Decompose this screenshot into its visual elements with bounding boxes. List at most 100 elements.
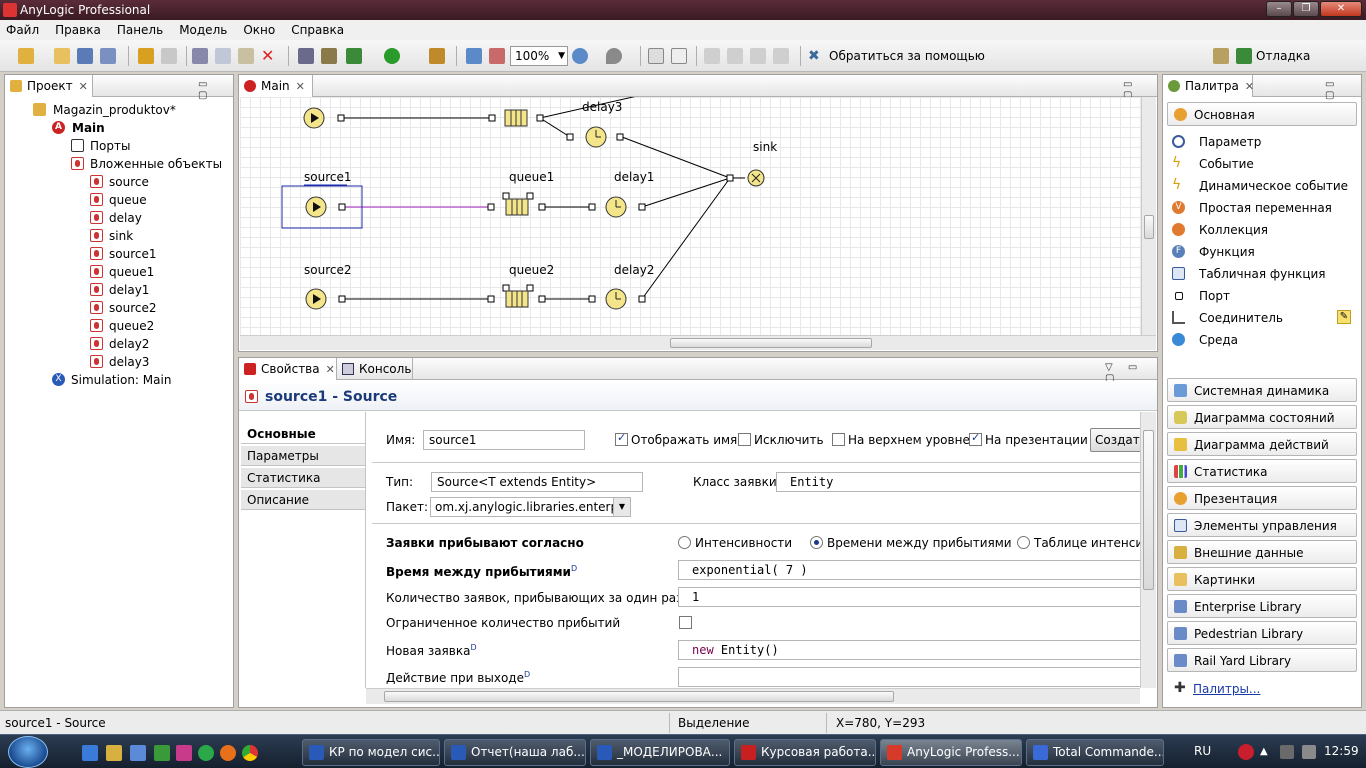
menu-file[interactable]: Файл xyxy=(6,23,39,37)
tab-project[interactable]: Проект ✕ xyxy=(5,75,93,97)
save-all-icon[interactable] xyxy=(100,48,116,64)
quicklaunch-app-icon[interactable] xyxy=(154,745,170,761)
tray-expand-icon[interactable]: ▲ xyxy=(1260,746,1268,757)
interarrival-radio[interactable] xyxy=(810,536,823,549)
canvas-horizontal-scrollbar[interactable] xyxy=(240,335,1156,350)
delay1-block[interactable] xyxy=(588,196,646,218)
firefox-icon[interactable] xyxy=(220,745,236,761)
connector[interactable] xyxy=(539,117,571,138)
palette-lib-pedestrian[interactable]: Pedestrian Library xyxy=(1167,621,1357,645)
close-tab-icon[interactable]: ✕ xyxy=(296,80,305,93)
view-min-max-icons[interactable]: ▭ ▢ xyxy=(1325,79,1361,101)
new-entity-input[interactable]: new Entity() xyxy=(678,640,1140,660)
name-input[interactable]: source1 xyxy=(423,430,585,450)
menu-panel[interactable]: Панель xyxy=(117,23,163,37)
pencil-icon[interactable]: ✎ xyxy=(1337,310,1351,324)
create-button[interactable]: Создать xyxy=(1090,428,1140,452)
rate-schedule-radio[interactable] xyxy=(1017,536,1030,549)
zoom-reset-icon[interactable] xyxy=(489,48,505,64)
task-pdf-doc[interactable]: Курсовая работа... xyxy=(734,739,876,766)
palette-lib-rail-yard[interactable]: Rail Yard Library xyxy=(1167,648,1357,672)
exclude-checkbox[interactable] xyxy=(738,433,751,446)
scroll-thumb[interactable] xyxy=(384,691,894,702)
open-perspective-icon[interactable] xyxy=(1213,48,1229,64)
new-model-icon[interactable] xyxy=(18,48,34,64)
menu-window[interactable]: Окно xyxy=(243,23,275,37)
close-window-button[interactable]: ✕ xyxy=(1320,1,1362,17)
redo-icon[interactable] xyxy=(161,48,177,64)
paste-icon[interactable] xyxy=(238,48,254,64)
task-anylogic[interactable]: AnyLogic Profess... xyxy=(880,739,1022,766)
model-canvas[interactable]: delay3 sink source1 queue1 delay1 source… xyxy=(240,97,1156,335)
help-request-button[interactable]: Обратиться за помощью xyxy=(829,49,985,63)
connector[interactable] xyxy=(641,177,731,208)
start-button[interactable] xyxy=(8,736,48,768)
task-word-doc-1[interactable]: КР по модел сис... xyxy=(302,739,440,766)
build-icon[interactable] xyxy=(298,48,314,64)
palette-lib-action-chart[interactable]: Диаграмма действий xyxy=(1167,432,1357,456)
source2-block[interactable] xyxy=(305,288,346,310)
bring-front-icon[interactable] xyxy=(750,48,766,64)
close-tab-icon[interactable]: ✕ xyxy=(1245,80,1254,93)
grid-toggle-icon[interactable] xyxy=(648,48,664,64)
zoom-fit-icon[interactable] xyxy=(466,48,482,64)
connector[interactable] xyxy=(641,177,731,300)
canvas-vertical-scrollbar[interactable] xyxy=(1141,97,1156,335)
queue1-block[interactable] xyxy=(487,192,546,216)
run-icon[interactable] xyxy=(384,48,400,64)
palette-lib-enterprise[interactable]: Enterprise Library xyxy=(1167,594,1357,618)
palette-section-basic[interactable]: Основная xyxy=(1167,102,1357,126)
task-word-doc-2[interactable]: Отчет(наша лаб... xyxy=(444,739,586,766)
build-all-icon[interactable] xyxy=(321,48,337,64)
clock[interactable]: 12:59 xyxy=(1324,744,1359,758)
task-word-doc-3[interactable]: _МОДЕЛИРОВА... xyxy=(590,739,730,766)
restore-button[interactable]: ❐ xyxy=(1293,1,1319,17)
menu-help[interactable]: Справка xyxy=(291,23,344,37)
interarrival-input[interactable]: exponential( 7 ) xyxy=(678,560,1140,580)
view-min-max-icons[interactable]: ▭ ▢ xyxy=(198,79,233,101)
on-presentation-checkbox[interactable] xyxy=(969,431,982,446)
network-icon[interactable] xyxy=(1280,745,1294,759)
zoom-select[interactable]: 100% ▼ xyxy=(510,46,568,66)
send-back-icon[interactable] xyxy=(773,48,789,64)
palette-lib-presentation[interactable]: Презентация xyxy=(1167,486,1357,510)
close-tab-icon[interactable]: ✕ xyxy=(79,80,88,93)
minimize-button[interactable]: – xyxy=(1266,1,1292,17)
language-indicator[interactable]: RU xyxy=(1194,744,1211,758)
copy-icon[interactable] xyxy=(215,48,231,64)
tray-app-icon[interactable] xyxy=(1238,744,1254,760)
package-select[interactable]: om.xj.anylogic.libraries.enterprise ▼ xyxy=(430,497,631,517)
side-tab-description[interactable]: Описание xyxy=(241,490,365,510)
save-icon[interactable] xyxy=(77,48,93,64)
debug-perspective-button[interactable]: Отладка xyxy=(1256,49,1310,63)
properties-vertical-scrollbar[interactable] xyxy=(1140,412,1156,688)
menu-model[interactable]: Модель xyxy=(179,23,227,37)
per-arrival-input[interactable]: 1 xyxy=(678,587,1140,607)
arrival-rate-radio[interactable] xyxy=(678,536,691,549)
menu-edit[interactable]: Правка xyxy=(55,23,101,37)
side-tab-parameters[interactable]: Параметры xyxy=(241,446,365,466)
side-tab-basic[interactable]: Основные xyxy=(241,424,365,444)
snap-to-grid-icon[interactable] xyxy=(671,48,687,64)
tab-console[interactable]: Консоль xyxy=(337,358,413,380)
open-folder-icon[interactable] xyxy=(54,48,70,64)
delay2-block[interactable] xyxy=(588,288,646,310)
tools-icon[interactable] xyxy=(429,48,445,64)
entity-class-field[interactable]: Entity xyxy=(776,472,1140,492)
queue-block[interactable] xyxy=(488,109,544,127)
group-icon[interactable] xyxy=(704,48,720,64)
top-level-checkbox[interactable] xyxy=(832,433,845,446)
cut-icon[interactable] xyxy=(192,48,208,64)
scroll-thumb[interactable] xyxy=(1143,430,1154,590)
scroll-thumb[interactable] xyxy=(1144,215,1154,239)
volume-icon[interactable] xyxy=(1302,745,1316,759)
queue2-block[interactable] xyxy=(487,284,546,308)
help-wrench-icon[interactable]: ✖ xyxy=(808,48,824,64)
quicklaunch-explorer-icon[interactable] xyxy=(106,745,122,761)
chrome-icon[interactable] xyxy=(242,745,258,761)
tab-properties[interactable]: Свойства ✕ xyxy=(239,358,337,380)
on-exit-input[interactable] xyxy=(678,667,1140,687)
zoom-in-icon[interactable] xyxy=(572,48,588,64)
show-name-checkbox[interactable] xyxy=(615,431,628,446)
quicklaunch-app-icon[interactable] xyxy=(130,745,146,761)
